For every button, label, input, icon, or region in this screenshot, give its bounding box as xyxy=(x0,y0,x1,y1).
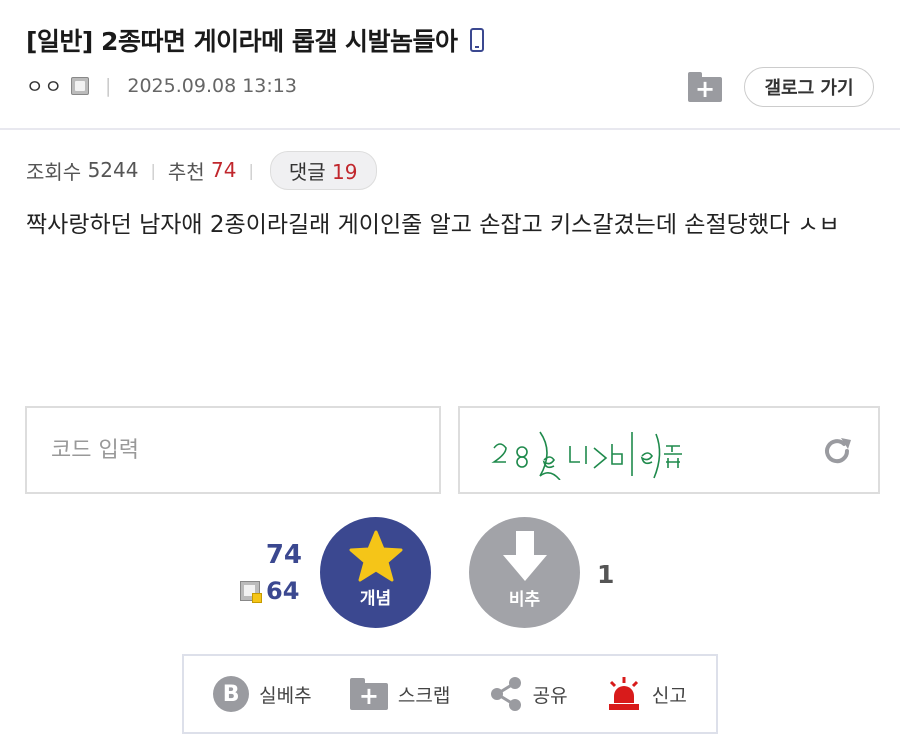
views-label: 조회수 xyxy=(26,159,82,184)
post-body: 짝사랑하던 남자애 2종이라길래 게이인줄 알고 손잡고 키스갈겼는데 손절당했… xyxy=(26,212,840,238)
gallog-badge-icon xyxy=(70,76,89,95)
captcha-box xyxy=(458,406,880,494)
captcha-image xyxy=(491,431,682,480)
folder-add-icon[interactable]: + xyxy=(688,72,722,102)
post-stats: 조회수 5244 | 추천 74 | 댓글 19 xyxy=(26,150,377,190)
scrap-label: 스크랩 xyxy=(397,684,451,707)
downvote-count: 1 xyxy=(597,560,615,589)
post-title: [일반] 2종따면 게이라메 롭갤 시발놈들아 xyxy=(26,27,458,56)
silbe-button[interactable]: B 실베추 xyxy=(213,676,312,712)
meta-divider: | xyxy=(104,74,112,97)
comments-label: 댓글 xyxy=(288,159,326,184)
upvote-label: 개념 xyxy=(359,589,392,609)
post-meta: ㅇㅇ | 2025.09.08 13:13 xyxy=(26,72,297,99)
post-action-bar: B 실베추 + 스크랩 공유 신고 xyxy=(182,654,718,734)
b-icon: B xyxy=(213,676,250,712)
comments-button[interactable]: 댓글 19 xyxy=(269,150,377,190)
captcha-code-input[interactable] xyxy=(49,436,413,464)
mobile-icon xyxy=(469,28,484,52)
author-nickname[interactable]: ㅇㅇ xyxy=(26,72,63,99)
gallog-button[interactable]: 갤로그 가기 xyxy=(744,67,874,107)
share-icon xyxy=(490,677,521,711)
stats-divider: | xyxy=(150,160,156,180)
siren-icon xyxy=(608,677,639,710)
post-title-row: [일반] 2종따면 게이라메 롭갤 시발놈들아 xyxy=(26,22,484,58)
star-icon xyxy=(349,530,402,582)
downvote-label: 비추 xyxy=(508,590,541,610)
arrow-down-icon xyxy=(502,531,547,581)
fixed-nick-upvote: 64 xyxy=(240,577,299,605)
header-divider xyxy=(0,128,900,130)
report-label: 신고 xyxy=(651,684,687,707)
recommend-label: 추천 xyxy=(167,159,205,184)
scrap-button[interactable]: + 스크랩 xyxy=(349,678,451,710)
stats-divider: | xyxy=(248,160,254,180)
fixed-nick-upvote-count: 64 xyxy=(266,577,300,605)
captcha-input-box[interactable] xyxy=(25,406,441,494)
upvote-count: 74 xyxy=(265,540,302,570)
post-date: 2025.09.08 13:13 xyxy=(127,74,297,97)
comments-count: 19 xyxy=(332,159,358,184)
fixed-nick-icon xyxy=(240,581,262,603)
folder-plus-icon: + xyxy=(349,678,388,710)
upvote-button[interactable]: 개념 xyxy=(320,517,431,628)
refresh-icon[interactable] xyxy=(820,434,854,468)
views-count: 5244 xyxy=(87,158,139,182)
share-button[interactable]: 공유 xyxy=(489,676,568,712)
report-button[interactable]: 신고 xyxy=(606,676,687,712)
share-label: 공유 xyxy=(532,684,568,707)
silbe-label: 실베추 xyxy=(259,684,312,707)
downvote-button[interactable]: 비추 xyxy=(469,517,580,628)
recommend-count: 74 xyxy=(211,158,237,182)
